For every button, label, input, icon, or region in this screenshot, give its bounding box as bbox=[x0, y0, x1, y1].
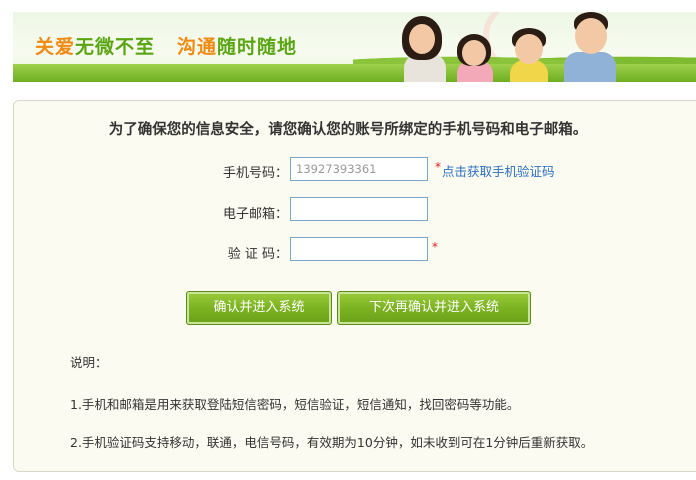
phone-required-mark: * bbox=[435, 160, 441, 174]
slogan-care-rest: 无微不至 bbox=[75, 36, 156, 58]
page-title: 为了确保您的信息安全，请您确认您的账号所绑定的手机号码和电子邮箱。 bbox=[108, 122, 588, 138]
get-sms-code-link[interactable]: 点击获取手机验证码 bbox=[442, 161, 555, 180]
notes-heading: 说明： bbox=[70, 355, 108, 370]
header-banner: 关爱无微不至 沟通随时随地 bbox=[13, 12, 696, 82]
person-woman bbox=[398, 12, 450, 82]
email-label: 电子邮箱： bbox=[222, 207, 288, 222]
person-boy bbox=[506, 12, 552, 82]
note-item-2: 2.手机验证码支持移动，联通，电信号码，有效期为10分钟，如未收到可在1分钟后重… bbox=[70, 435, 594, 450]
slogan-communication: 沟通 bbox=[177, 36, 218, 58]
confirm-later-button[interactable]: 下次再确认并进入系统 bbox=[337, 291, 531, 325]
note-item-1: 1.手机和邮箱是用来获取登陆短信密码，短信验证，短信通知，找回密码等功能。 bbox=[70, 397, 520, 412]
verification-code-label: 验 证 码： bbox=[227, 247, 288, 262]
phone-input[interactable] bbox=[290, 157, 428, 181]
email-input[interactable] bbox=[290, 197, 428, 221]
banner-slogan: 关爱无微不至 沟通随时随地 bbox=[35, 32, 297, 59]
confirm-enter-button[interactable]: 确认并进入系统 bbox=[186, 291, 332, 325]
person-man bbox=[560, 12, 620, 82]
code-required-mark: * bbox=[432, 240, 438, 254]
phone-label: 手机号码： bbox=[222, 166, 288, 181]
slogan-care: 关爱 bbox=[35, 36, 76, 58]
slogan-communication-rest: 随时随地 bbox=[217, 36, 298, 58]
family-photo bbox=[388, 12, 638, 82]
confirm-panel bbox=[13, 100, 696, 472]
verification-code-input[interactable] bbox=[290, 237, 428, 261]
person-girl bbox=[453, 12, 497, 82]
